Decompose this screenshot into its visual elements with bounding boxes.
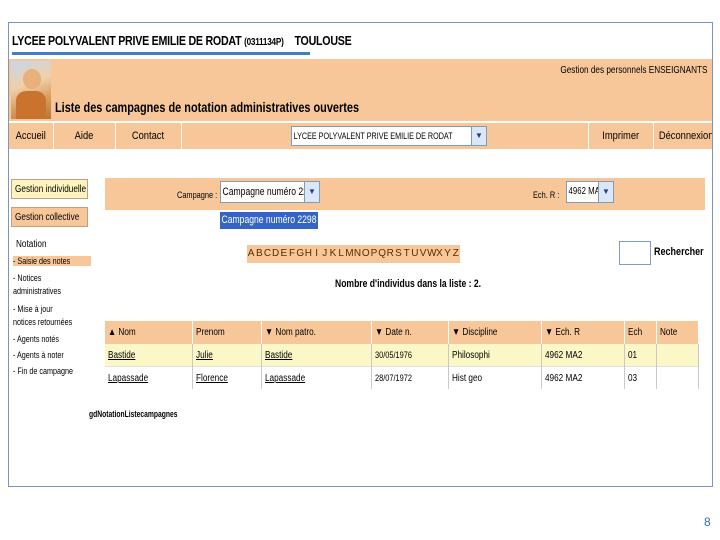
table-row: Bastide Julie Bastide 30/05/1976 Philoso… (105, 344, 699, 367)
alphabet-letter[interactable]: L (337, 245, 345, 263)
col-note: Note (656, 321, 699, 344)
alphabet-letter[interactable]: Q (378, 245, 386, 263)
nav-aide[interactable]: Aide (53, 123, 116, 149)
page-title: Liste des campagnes de notation administ… (55, 99, 360, 115)
col-ech-r[interactable]: ▼ Ech. R (541, 321, 625, 344)
campaign-dropdown-option[interactable]: Campagne numéro 2298 (220, 212, 318, 229)
school-title: LYCEE POLYVALENT PRIVE EMILIE DE RODAT (… (12, 33, 352, 48)
search-input[interactable] (619, 241, 651, 265)
alphabet-letter[interactable]: H (304, 245, 312, 263)
school-city: TOULOUSE (294, 33, 352, 48)
cell-date: 30/05/1976 (371, 344, 449, 367)
cell-discipline: Hist geo (448, 366, 542, 389)
alphabet-letter[interactable]: O (362, 245, 370, 263)
cell-prenom[interactable]: Julie (192, 344, 262, 367)
ech-select[interactable]: 4962 MA2 ▼ (566, 181, 614, 203)
cell-discipline: Philosophi (448, 344, 542, 367)
col-nom[interactable]: ▲ Nom (105, 321, 193, 344)
alphabet-letter[interactable]: B (255, 245, 263, 263)
cell-date: 28/07/1972 (371, 366, 449, 389)
alphabet-letter[interactable]: A (247, 245, 255, 263)
col-prenom: Prenom (192, 321, 262, 344)
alphabet-letter[interactable]: S (394, 245, 402, 263)
print-button[interactable]: Imprimer (588, 123, 654, 149)
alphabet-letter[interactable]: V (419, 245, 427, 263)
alphabet-letter[interactable]: E (280, 245, 288, 263)
cell-ech-r: 4962 MA2 (541, 366, 625, 389)
title-underline (12, 52, 310, 55)
browser-frame: LYCEE POLYVALENT PRIVE EMILIE DE RODAT (… (8, 22, 713, 487)
alphabet-letter[interactable]: M (345, 245, 353, 263)
col-discipline[interactable]: ▼ Discipline (448, 321, 542, 344)
nav-contact[interactable]: Contact (115, 123, 182, 149)
menu-mise-a-jour[interactable]: - Mise à jour (13, 304, 91, 314)
notation-heading: Notation (16, 239, 47, 250)
alphabet-letter[interactable]: Y (444, 245, 452, 263)
search-button[interactable]: Rechercher (654, 246, 704, 258)
section-label: Gestion des personnels ENSEIGNANTS (560, 65, 708, 76)
page-header: Gestion des personnels ENSEIGNANTS Liste… (9, 59, 712, 121)
page-id-label: gdNotationListecampagnes (89, 409, 178, 419)
alphabet-letter[interactable]: P (370, 245, 378, 263)
menu-notices-2[interactable]: administratives (13, 286, 91, 296)
alphabet-letter[interactable]: W (427, 245, 436, 263)
alphabet-letter[interactable]: Z (452, 245, 460, 263)
title-bar: LYCEE POLYVALENT PRIVE EMILIE DE RODAT (… (9, 23, 712, 59)
alphabet-letter[interactable]: X (435, 245, 443, 263)
menu-mise-a-jour-2[interactable]: notices retournées (13, 317, 91, 327)
cell-nom-patro[interactable]: Lapassade (261, 366, 372, 389)
cell-ech: 01 (624, 344, 657, 367)
nav-accueil[interactable]: Accueil (9, 123, 54, 149)
alphabet-letter[interactable]: R (386, 245, 394, 263)
chevron-down-icon[interactable]: ▼ (304, 182, 319, 202)
menu-agents-notes[interactable]: - Agents notés (13, 334, 91, 344)
cell-note[interactable] (656, 366, 699, 389)
cell-ech-r: 4962 MA2 (541, 344, 625, 367)
cell-nom[interactable]: Lapassade (105, 366, 193, 389)
alphabet-letter[interactable]: J (321, 245, 329, 263)
school-name: LYCEE POLYVALENT PRIVE EMILIE DE RODAT (12, 33, 242, 48)
alphabet-letter[interactable]: K (329, 245, 337, 263)
col-nom-patro[interactable]: ▼ Nom patro. (261, 321, 372, 344)
menu-fin-campagne[interactable]: - Fin de campagne (13, 366, 91, 376)
cell-nom-patro[interactable]: Bastide (261, 344, 372, 367)
alphabet-filter: ABCDEFGHIJKLMNOPQRSTUVWXYZ (247, 245, 460, 263)
alphabet-letter[interactable]: I (313, 245, 321, 263)
alphabet-letter[interactable]: G (296, 245, 304, 263)
menu-notices[interactable]: - Notices (13, 273, 91, 283)
menu-saisie-notes[interactable]: - Saisie des notes (13, 256, 91, 266)
chevron-down-icon[interactable]: ▼ (598, 182, 613, 202)
slide-page-number: 8 (704, 515, 711, 529)
cell-prenom[interactable]: Florence (192, 366, 262, 389)
results-table: ▲ Nom Prenom ▼ Nom patro. ▼ Date n. ▼ Di… (105, 321, 699, 389)
header-photo (11, 61, 51, 119)
alphabet-letter[interactable]: F (288, 245, 296, 263)
cell-ech: 03 (624, 366, 657, 389)
campaign-label: Campagne : (177, 190, 218, 200)
alphabet-letter[interactable]: U (411, 245, 419, 263)
table-header-row: ▲ Nom Prenom ▼ Nom patro. ▼ Date n. ▼ Di… (105, 321, 699, 344)
alphabet-letter[interactable]: N (353, 245, 361, 263)
alphabet-letter[interactable]: D (272, 245, 280, 263)
alphabet-letter[interactable]: C (263, 245, 271, 263)
alphabet-letter[interactable]: T (403, 245, 411, 263)
school-select[interactable]: LYCEE POLYVALENT PRIVE EMILIE DE RODAT ▼ (291, 126, 487, 146)
col-ech: Ech (624, 321, 657, 344)
school-code: (0311134P) (244, 37, 284, 48)
menu-agents-a-noter[interactable]: - Agents à noter (13, 350, 91, 360)
cell-nom[interactable]: Bastide (105, 344, 193, 367)
col-date-n[interactable]: ▼ Date n. (371, 321, 449, 344)
sidebar-gestion-collective[interactable]: Gestion collective (11, 207, 88, 227)
chevron-down-icon[interactable]: ▼ (471, 127, 486, 145)
table-row: Lapassade Florence Lapassade 28/07/1972 … (105, 366, 699, 389)
logout-button[interactable]: Déconnexion (654, 123, 712, 149)
cell-note[interactable] (656, 344, 699, 367)
result-count: Nombre d'individus dans la liste : 2. (335, 278, 482, 290)
ech-label: Ech. R : (533, 190, 560, 200)
campaign-select[interactable]: Campagne numéro 2298 ▼ (220, 181, 320, 203)
sidebar-gestion-individuelle[interactable]: Gestion individuelle (11, 179, 88, 199)
